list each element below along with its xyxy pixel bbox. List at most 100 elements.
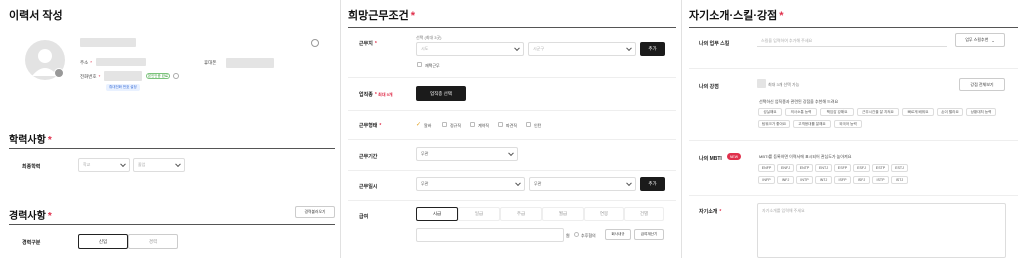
worktype-checkbox-4[interactable] [526, 122, 531, 127]
career-divider [9, 224, 335, 225]
strength-hint: 최대 3개 선택 가능 [768, 82, 800, 87]
mbti-chip-istj[interactable]: ISTJ [891, 176, 908, 184]
conditions-top-divider [348, 27, 676, 28]
edu-status-select[interactable]: 졸업 [133, 158, 185, 172]
mbti-chip-entj[interactable]: ENTJ [815, 164, 832, 172]
phone-redacted [104, 71, 142, 81]
mbti-chip-intj[interactable]: INTJ [815, 176, 832, 184]
pay-tab-3[interactable]: 월급 [542, 207, 584, 221]
period-label: 근무기간 [359, 154, 378, 160]
time-select[interactable]: 무관 [529, 177, 636, 191]
strength-chip-5[interactable]: 손이 빨라요 [937, 108, 963, 116]
pay-tab-2[interactable]: 주급 [500, 207, 542, 221]
region-label: 근무지 [359, 41, 373, 47]
remote-checkbox[interactable] [417, 62, 422, 67]
mobile-redacted [226, 58, 274, 68]
camera-icon[interactable] [54, 68, 64, 78]
mbti-chip-isfp[interactable]: ISFP [834, 176, 851, 184]
mbti-chip-isfj[interactable]: ISFJ [853, 176, 870, 184]
career-load-button[interactable]: 경력불러오기 [295, 206, 335, 218]
mbti-chip-enfj[interactable]: ENFJ [777, 164, 794, 172]
worktype-1: 정규직 [450, 123, 462, 128]
days-add-button[interactable]: 추가 [640, 177, 665, 191]
worktype-label: 근무형태 [359, 123, 378, 129]
self-intro-textarea[interactable]: 자기소개를 입력해 주세요 [757, 203, 1006, 258]
mbti-new-badge: NEW [727, 153, 741, 160]
strength-chip-4[interactable]: 빠르게 배워요 [902, 108, 934, 116]
mbti-chip-esfj[interactable]: ESFJ [853, 164, 870, 172]
mbti-chip-entp[interactable]: ENTP [796, 164, 813, 172]
mbti-chip-infp[interactable]: INFP [758, 176, 775, 184]
intro-panel: 자기소개·스킬·강점 * 나의 업무 스킬 스킬을 입력하여 추가해 주세요 업무… [683, 0, 1024, 258]
skill-input[interactable]: 스킬을 입력하여 추가해 주세요 [757, 33, 947, 47]
conditions-title: 희망근무조건 [348, 10, 409, 22]
strength-chip-1[interactable]: 의사소통 능력 [785, 108, 817, 116]
region-add-button[interactable]: 추가 [640, 42, 665, 56]
mbti-desc: MBTI를 등록하면 이력서에 표시되어 관심도가 높아져요 [759, 154, 852, 159]
strength-count-redacted [757, 79, 766, 88]
settings-icon[interactable] [311, 39, 319, 47]
pay-amount-input[interactable] [416, 228, 564, 242]
career-new-button[interactable]: 신입 [78, 234, 128, 249]
name-redacted [80, 38, 136, 47]
strength-chip-8[interactable]: 고객응대를 잘해요 [793, 120, 831, 128]
remote-label: 재택근무 [425, 63, 440, 68]
address-label: 주소 [80, 60, 89, 65]
address-redacted [96, 58, 146, 66]
worktype-checkbox-3[interactable] [498, 122, 503, 127]
skill-recommend-button[interactable]: 업무 스킬추천 ⌄ [955, 33, 1005, 47]
worktype-checkbox-2[interactable] [470, 122, 475, 127]
page-title: 이력서 작성 [9, 10, 63, 22]
mbti-chip-estj[interactable]: ESTJ [891, 164, 908, 172]
pay-policy-button[interactable]: 회사내규 [605, 229, 631, 240]
mbti-chip-estp[interactable]: ESTP [872, 164, 889, 172]
worktype-checkbox-1[interactable] [442, 122, 447, 127]
strength-chip-0[interactable]: 성실해요 [758, 108, 782, 116]
worktype-3: 파견직 [506, 123, 518, 128]
job-select-button[interactable]: 업직종 선택 [416, 86, 466, 101]
career-title: 경력사항 [9, 211, 46, 222]
strength-chip-9[interactable]: 외국어 능력 [834, 120, 862, 128]
intro-title: 자기소개·스킬·강점 [689, 10, 778, 22]
period-select[interactable]: 무관 [416, 147, 518, 161]
worktype-2: 계약직 [478, 123, 490, 128]
pay-calculator-button[interactable]: 급여계산기 [634, 229, 664, 240]
mbti-chip-istp[interactable]: ISTP [872, 176, 889, 184]
edu-school-select[interactable]: 학교 [78, 158, 130, 172]
chevron-down-icon: ⌄ [991, 37, 995, 43]
career-exp-button[interactable]: 경력 [128, 234, 178, 249]
pay-tab-1[interactable]: 일급 [458, 207, 500, 221]
mobile-label: 휴대폰 [204, 60, 217, 65]
mbti-chip-enfp[interactable]: ENFP [758, 164, 775, 172]
pay-unit: 원 [566, 233, 570, 238]
pay-label: 급여 [359, 214, 369, 220]
strength-all-button[interactable]: 강점 전체보기 [959, 78, 1005, 91]
strength-chip-6[interactable]: 상황대처 능력 [966, 108, 996, 116]
region-hint: 선택 (최대 3곳) [416, 35, 442, 40]
info-icon[interactable] [173, 73, 179, 79]
mbti-chip-intp[interactable]: INTP [796, 176, 813, 184]
education-divider [9, 148, 335, 149]
pay-after-radio[interactable] [574, 232, 579, 237]
strength-chip-3[interactable]: 근무시간을 잘 지켜요 [857, 108, 899, 116]
pay-tab-0[interactable]: 시급 [416, 207, 458, 221]
phone-setting-badge[interactable]: 휴대전화 번호 설정 [106, 84, 140, 91]
pay-tab-5[interactable]: 건별 [624, 207, 664, 221]
mbti-chip-infj[interactable]: INFJ [777, 176, 794, 184]
strength-chip-2[interactable]: 책임감 강해요 [820, 108, 854, 116]
self-intro-label: 자기소개 [699, 209, 718, 215]
verify-badge: 본인인증 완료 [146, 73, 170, 79]
worktype-check-icon[interactable]: ✓ [416, 121, 421, 128]
strength-chip-7[interactable]: 팀워크가 좋아요 [758, 120, 790, 128]
job-hint: 최대 5개 [378, 92, 393, 97]
mbti-chip-esfp[interactable]: ESFP [834, 164, 851, 172]
conditions-panel: 희망근무조건 * 근무지 * 선택 (최대 3곳) 시도 시군구 추가 재택근무 업… [342, 0, 682, 258]
job-label: 업직종 [359, 92, 373, 98]
skill-label: 나의 업무 스킬 [699, 41, 730, 47]
days-label: 근무일시 [359, 184, 378, 190]
education-title: 학력사항 [9, 135, 46, 146]
days-select[interactable]: 무관 [416, 177, 525, 191]
region-sigungu-select[interactable]: 시군구 [528, 42, 636, 56]
region-sido-select[interactable]: 시도 [416, 42, 524, 56]
pay-tab-4[interactable]: 연봉 [584, 207, 624, 221]
